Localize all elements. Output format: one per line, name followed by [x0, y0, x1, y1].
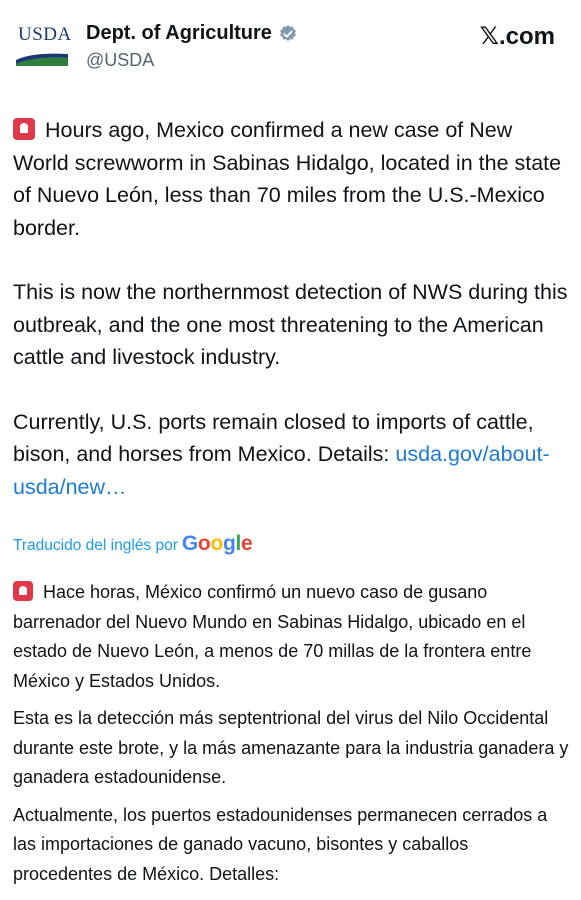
usda-logo-text: USDA: [18, 24, 72, 45]
siren-icon: [13, 118, 35, 140]
author-handle[interactable]: @USDA: [86, 50, 154, 71]
x-logo-icon: 𝕏: [479, 22, 499, 50]
x-com-logo: 𝕏.com: [480, 22, 555, 51]
usda-logo[interactable]: USDA: [16, 22, 71, 66]
tweet-paragraph-2: This is now the northernmost detection o…: [13, 280, 568, 369]
tweet-text-1: Hours ago, Mexico confirmed a new case o…: [13, 118, 562, 240]
tweet-paragraph-3: Currently, U.S. ports remain closed to i…: [13, 406, 569, 504]
translated-paragraph-3: Actualmente, los puertos estadounidenses…: [13, 804, 548, 884]
tweet-body: Hours ago, Mexico confirmed a new case o…: [13, 114, 569, 503]
tweet-paragraph-1: Hours ago, Mexico confirmed a new case o…: [13, 114, 569, 244]
translated-text-1: Hace horas, México confirmó un nuevo cas…: [13, 582, 532, 691]
site-suffix: .com: [498, 23, 555, 50]
translated-text: Hace horas, México confirmó un nuevo cas…: [13, 578, 571, 897]
author-name-row[interactable]: Dept. of Agriculture: [86, 22, 298, 45]
translated-paragraph-2: Esta es la detección más septentrional d…: [13, 708, 569, 787]
google-logo: Google: [181, 532, 253, 555]
author-display-name[interactable]: Dept. of Agriculture: [86, 22, 272, 45]
verified-badge-icon: [280, 24, 296, 41]
translation-attribution[interactable]: Traducido del inglés por Google: [13, 532, 253, 556]
tweet-header: USDA Dept. of Agriculture @USDA 𝕏.com: [0, 0, 581, 90]
translated-paragraph-1: Hace horas, México confirmó un nuevo cas…: [13, 578, 571, 696]
translated-by-label: Traducido del inglés por: [13, 537, 178, 554]
siren-icon: [13, 581, 33, 601]
usda-logo-hills: [16, 53, 68, 66]
